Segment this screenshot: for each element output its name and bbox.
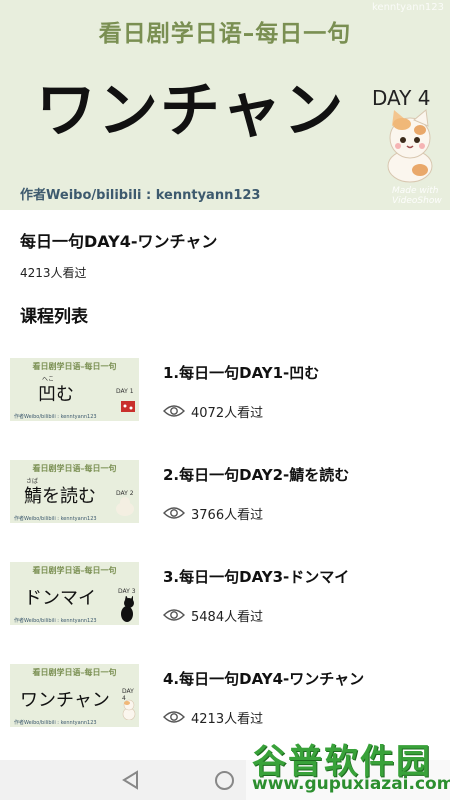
thumbnail-day: DAY 3: [118, 588, 136, 595]
thumbnail-title: 看日剧学日语–每日一句: [32, 362, 117, 371]
site-logo-url: www.gupuxiazai.com: [252, 774, 450, 794]
hero-title: 看日剧学日语–每日一句: [98, 21, 352, 47]
course-item[interactable]: 看日剧学日语–每日一句 へこ 凹む DAY 1 作者Weibo/bilibili…: [0, 358, 450, 438]
thumbnail-title: 看日剧学日语–每日一句: [32, 464, 117, 473]
course-views-count: 3766人看过: [191, 507, 264, 523]
thumbnail-author: 作者Weibo/bilibili : kenntyann123: [14, 414, 97, 420]
course-thumbnail[interactable]: 看日剧学日语–每日一句 へこ 凹む DAY 1 作者Weibo/bilibili…: [10, 358, 139, 421]
course-views: 4213人看过: [163, 708, 264, 727]
site-watermark-logo: 谷普软件园 www.gupuxiazai.com: [246, 730, 450, 800]
course-views: 5484人看过: [163, 606, 264, 625]
hero-watermark: kenntyann123: [372, 2, 444, 13]
calico-cat-icon: [122, 699, 136, 720]
gift-box-icon: [121, 401, 135, 412]
course-thumbnail[interactable]: 看日剧学日语–每日一句 ドンマイ DAY 3 作者Weibo/bilibili …: [10, 562, 139, 625]
course-views: 3766人看过: [163, 504, 264, 523]
thumbnail-word: 鯖を読む: [24, 486, 96, 507]
eye-icon: [163, 507, 185, 519]
current-lesson-views: 4213人看过: [20, 266, 87, 280]
course-title[interactable]: 2.每日一句DAY2-鯖を読む: [163, 464, 349, 485]
eye-icon: [163, 609, 185, 621]
course-views-count: 4072人看过: [191, 405, 264, 421]
course-title[interactable]: 4.每日一句DAY4-ワンチャン: [163, 668, 364, 689]
cat-illustration-icon: [387, 109, 433, 183]
hero-word: ワンチャン: [36, 76, 346, 146]
cat-silhouette-icon: [116, 497, 134, 516]
thumbnail-word: ワンチャン: [20, 690, 110, 711]
thumbnail-author: 作者Weibo/bilibili : kenntyann123: [14, 720, 97, 726]
course-title[interactable]: 1.每日一句DAY1-凹む: [163, 362, 319, 383]
course-item[interactable]: 看日剧学日语–每日一句 ドンマイ DAY 3 作者Weibo/bilibili …: [0, 562, 450, 642]
thumbnail-day: DAY 1: [116, 388, 134, 395]
thumbnail-word: 凹む: [38, 384, 74, 405]
course-list-heading: 课程列表: [20, 307, 88, 327]
thumbnail-author: 作者Weibo/bilibili : kenntyann123: [14, 516, 97, 522]
current-lesson-title: 每日一句DAY4-ワンチャン: [20, 232, 218, 251]
course-item[interactable]: 看日剧学日语–每日一句 さば 鯖を読む DAY 2 作者Weibo/bilibi…: [0, 460, 450, 540]
black-cat-icon: [121, 596, 134, 622]
home-circle-icon[interactable]: [215, 771, 234, 790]
course-thumbnail[interactable]: 看日剧学日语–每日一句 ワンチャン DAY 4 作者Weibo/bilibili…: [10, 664, 139, 727]
thumbnail-title: 看日剧学日语–每日一句: [32, 668, 117, 677]
course-title[interactable]: 3.每日一句DAY3-ドンマイ: [163, 566, 349, 587]
back-triangle-icon[interactable]: [122, 770, 140, 790]
eye-icon: [163, 405, 185, 417]
thumbnail-author: 作者Weibo/bilibili : kenntyann123: [14, 618, 97, 624]
hero-author: 作者Weibo/bilibili : kenntyann123: [20, 188, 261, 203]
course-thumbnail[interactable]: 看日剧学日语–每日一句 さば 鯖を読む DAY 2 作者Weibo/bilibi…: [10, 460, 139, 523]
hero-banner[interactable]: kenntyann123 看日剧学日语–每日一句 ワンチャン DAY 4 作者W…: [0, 0, 450, 210]
course-views-count: 4213人看过: [191, 711, 264, 727]
thumbnail-word: ドンマイ: [24, 588, 96, 609]
course-views: 4072人看过: [163, 402, 264, 421]
eye-icon: [163, 711, 185, 723]
hero-day-label: DAY 4: [372, 86, 431, 110]
course-views-count: 5484人看过: [191, 609, 264, 625]
thumbnail-title: 看日剧学日语–每日一句: [32, 566, 117, 575]
hero-made-with: Made with VideoShow: [392, 186, 442, 206]
